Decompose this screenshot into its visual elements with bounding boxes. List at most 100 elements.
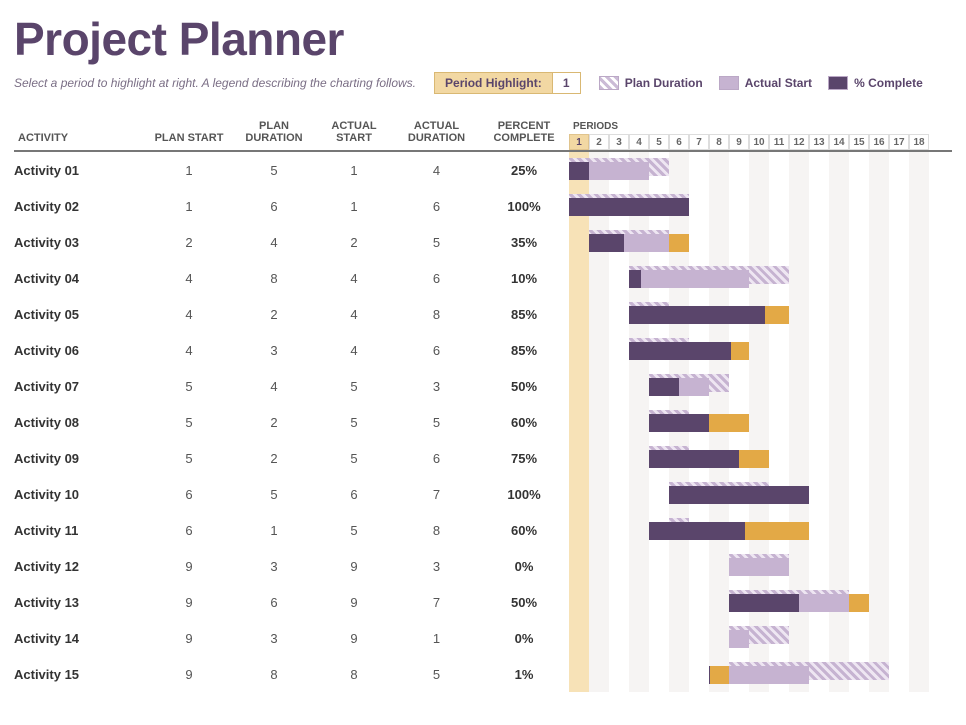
actual-start-cell[interactable]: 6 bbox=[314, 487, 394, 502]
actual-start-cell[interactable]: 9 bbox=[314, 631, 394, 646]
period-header-cell[interactable]: 5 bbox=[649, 134, 669, 150]
plan-start-cell[interactable]: 4 bbox=[144, 307, 234, 322]
plan-duration-cell[interactable]: 6 bbox=[234, 595, 314, 610]
period-header-cell[interactable]: 1 bbox=[569, 134, 589, 150]
plan-start-cell[interactable]: 6 bbox=[144, 487, 234, 502]
plan-start-cell[interactable]: 4 bbox=[144, 271, 234, 286]
period-header-cell[interactable]: 14 bbox=[829, 134, 849, 150]
percent-complete-cell[interactable]: 1% bbox=[479, 667, 569, 682]
percent-complete-cell[interactable]: 50% bbox=[479, 595, 569, 610]
period-header-cell[interactable]: 18 bbox=[909, 134, 929, 150]
percent-complete-cell[interactable]: 50% bbox=[479, 379, 569, 394]
complete-bar bbox=[569, 198, 689, 216]
actual-start-cell[interactable]: 4 bbox=[314, 271, 394, 286]
actual-duration-cell[interactable]: 5 bbox=[394, 415, 479, 430]
period-header-cell[interactable]: 3 bbox=[609, 134, 629, 150]
actual-start-cell[interactable]: 9 bbox=[314, 595, 394, 610]
gantt-cell bbox=[569, 512, 952, 548]
percent-complete-cell[interactable]: 10% bbox=[479, 271, 569, 286]
actual-duration-cell[interactable]: 7 bbox=[394, 487, 479, 502]
actual-start-cell[interactable]: 1 bbox=[314, 163, 394, 178]
actual-duration-cell[interactable]: 3 bbox=[394, 379, 479, 394]
period-header-cell[interactable]: 9 bbox=[729, 134, 749, 150]
plan-start-cell[interactable]: 5 bbox=[144, 379, 234, 394]
actual-bar bbox=[629, 270, 749, 288]
period-header-cell[interactable]: 11 bbox=[769, 134, 789, 150]
actual-start-cell[interactable]: 8 bbox=[314, 667, 394, 682]
percent-complete-cell[interactable]: 60% bbox=[479, 415, 569, 430]
plan-start-cell[interactable]: 5 bbox=[144, 415, 234, 430]
actual-duration-cell[interactable]: 1 bbox=[394, 631, 479, 646]
percent-complete-cell[interactable]: 0% bbox=[479, 631, 569, 646]
plan-duration-cell[interactable]: 3 bbox=[234, 631, 314, 646]
plan-duration-cell[interactable]: 4 bbox=[234, 235, 314, 250]
plan-start-cell[interactable]: 9 bbox=[144, 559, 234, 574]
plan-start-cell[interactable]: 1 bbox=[144, 199, 234, 214]
plan-duration-cell[interactable]: 4 bbox=[234, 379, 314, 394]
period-header-cell[interactable]: 13 bbox=[809, 134, 829, 150]
gantt-cell bbox=[569, 224, 952, 260]
actual-start-cell[interactable]: 4 bbox=[314, 343, 394, 358]
percent-complete-cell[interactable]: 0% bbox=[479, 559, 569, 574]
percent-complete-cell[interactable]: 85% bbox=[479, 307, 569, 322]
percent-complete-cell[interactable]: 85% bbox=[479, 343, 569, 358]
plan-duration-cell[interactable]: 1 bbox=[234, 523, 314, 538]
plan-start-cell[interactable]: 9 bbox=[144, 595, 234, 610]
plan-duration-cell[interactable]: 6 bbox=[234, 199, 314, 214]
percent-complete-cell[interactable]: 100% bbox=[479, 487, 569, 502]
actual-duration-cell[interactable]: 6 bbox=[394, 199, 479, 214]
actual-start-cell[interactable]: 5 bbox=[314, 523, 394, 538]
period-header-cell[interactable]: 6 bbox=[669, 134, 689, 150]
actual-duration-cell[interactable]: 4 bbox=[394, 163, 479, 178]
legend-actual-start: Actual Start bbox=[719, 76, 812, 90]
plan-duration-cell[interactable]: 5 bbox=[234, 487, 314, 502]
actual-start-cell[interactable]: 5 bbox=[314, 379, 394, 394]
actual-start-cell[interactable]: 5 bbox=[314, 415, 394, 430]
plan-start-cell[interactable]: 2 bbox=[144, 235, 234, 250]
percent-complete-cell[interactable]: 25% bbox=[479, 163, 569, 178]
actual-duration-cell[interactable]: 7 bbox=[394, 595, 479, 610]
plan-duration-cell[interactable]: 3 bbox=[234, 559, 314, 574]
actual-start-cell[interactable]: 2 bbox=[314, 235, 394, 250]
plan-start-cell[interactable]: 5 bbox=[144, 451, 234, 466]
plan-duration-cell[interactable]: 2 bbox=[234, 415, 314, 430]
plan-duration-cell[interactable]: 5 bbox=[234, 163, 314, 178]
plan-duration-cell[interactable]: 3 bbox=[234, 343, 314, 358]
percent-complete-cell[interactable]: 100% bbox=[479, 199, 569, 214]
period-header-cell[interactable]: 4 bbox=[629, 134, 649, 150]
plan-start-cell[interactable]: 9 bbox=[144, 631, 234, 646]
plan-duration-cell[interactable]: 8 bbox=[234, 271, 314, 286]
period-highlight-input[interactable]: 1 bbox=[553, 72, 581, 94]
percent-complete-cell[interactable]: 60% bbox=[479, 523, 569, 538]
plan-start-cell[interactable]: 9 bbox=[144, 667, 234, 682]
actual-start-cell[interactable]: 9 bbox=[314, 559, 394, 574]
period-header-cell[interactable]: 15 bbox=[849, 134, 869, 150]
plan-duration-cell[interactable]: 2 bbox=[234, 307, 314, 322]
period-header-cell[interactable]: 10 bbox=[749, 134, 769, 150]
period-header-cell[interactable]: 7 bbox=[689, 134, 709, 150]
plan-duration-cell[interactable]: 8 bbox=[234, 667, 314, 682]
actual-duration-cell[interactable]: 8 bbox=[394, 307, 479, 322]
actual-duration-cell[interactable]: 6 bbox=[394, 451, 479, 466]
period-header-cell[interactable]: 16 bbox=[869, 134, 889, 150]
period-header-cell[interactable]: 2 bbox=[589, 134, 609, 150]
plan-start-cell[interactable]: 6 bbox=[144, 523, 234, 538]
actual-duration-cell[interactable]: 5 bbox=[394, 235, 479, 250]
percent-complete-cell[interactable]: 35% bbox=[479, 235, 569, 250]
actual-start-cell[interactable]: 5 bbox=[314, 451, 394, 466]
plan-start-cell[interactable]: 4 bbox=[144, 343, 234, 358]
actual-duration-cell[interactable]: 8 bbox=[394, 523, 479, 538]
actual-duration-cell[interactable]: 5 bbox=[394, 667, 479, 682]
period-header-cell[interactable]: 17 bbox=[889, 134, 909, 150]
gantt-cell bbox=[569, 548, 952, 584]
actual-start-cell[interactable]: 4 bbox=[314, 307, 394, 322]
plan-start-cell[interactable]: 1 bbox=[144, 163, 234, 178]
actual-duration-cell[interactable]: 6 bbox=[394, 343, 479, 358]
percent-complete-cell[interactable]: 75% bbox=[479, 451, 569, 466]
period-header-cell[interactable]: 8 bbox=[709, 134, 729, 150]
actual-duration-cell[interactable]: 6 bbox=[394, 271, 479, 286]
actual-start-cell[interactable]: 1 bbox=[314, 199, 394, 214]
period-header-cell[interactable]: 12 bbox=[789, 134, 809, 150]
actual-duration-cell[interactable]: 3 bbox=[394, 559, 479, 574]
plan-duration-cell[interactable]: 2 bbox=[234, 451, 314, 466]
